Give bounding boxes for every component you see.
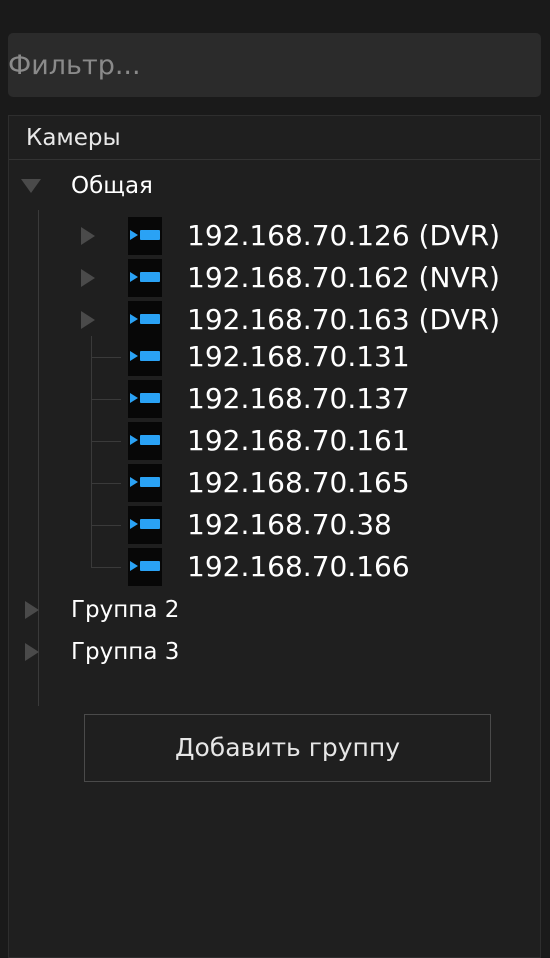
camera-label: 192.168.70.166 xyxy=(187,550,410,583)
tree-group-label: Группа 2 xyxy=(71,597,180,623)
device-label: 192.168.70.126 (DVR) xyxy=(187,219,501,252)
expand-arrow-right-icon[interactable] xyxy=(25,601,39,619)
camera-icon xyxy=(128,338,162,376)
tree-group-2[interactable]: Группа 2 xyxy=(9,589,529,631)
expand-arrow-down-icon[interactable] xyxy=(21,179,41,193)
filter-input[interactable] xyxy=(8,33,541,97)
camera-icon xyxy=(128,217,162,255)
device-label: 192.168.70.162 (NVR) xyxy=(187,261,500,294)
camera-icon xyxy=(128,464,162,502)
expand-arrow-right-icon[interactable] xyxy=(81,269,95,287)
camera-panel: Камеры Общая 192.168.70.126 (DVR) 192.16… xyxy=(0,0,550,958)
device-label: 192.168.70.163 (DVR) xyxy=(187,303,501,336)
tree-item-camera[interactable]: 192.168.70.137 xyxy=(81,378,536,420)
camera-icon xyxy=(128,422,162,460)
tree-item-camera[interactable]: 192.168.70.131 xyxy=(81,336,536,378)
camera-label: 192.168.70.161 xyxy=(187,424,410,457)
camera-icon xyxy=(128,506,162,544)
tree-group-3[interactable]: Группа 3 xyxy=(9,631,529,673)
camera-icon xyxy=(128,301,162,339)
tree-item-camera[interactable]: 192.168.70.38 xyxy=(81,504,536,546)
tree-item-device[interactable]: 192.168.70.163 (DVR) xyxy=(81,299,536,341)
camera-icon xyxy=(128,259,162,297)
tree-group-label: Группа 3 xyxy=(71,639,180,665)
tree-item-camera[interactable]: 192.168.70.166 xyxy=(81,546,536,588)
tree-group-general[interactable]: Общая xyxy=(9,165,529,207)
camera-label: 192.168.70.137 xyxy=(187,382,410,415)
camera-label: 192.168.70.165 xyxy=(187,466,410,499)
tree-group-label: Общая xyxy=(71,173,153,199)
add-group-button[interactable]: Добавить группу xyxy=(84,714,491,782)
tree-item-camera[interactable]: 192.168.70.161 xyxy=(81,420,536,462)
camera-tree: Камеры Общая 192.168.70.126 (DVR) 192.16… xyxy=(8,115,541,958)
tree-item-camera[interactable]: 192.168.70.165 xyxy=(81,462,536,504)
expand-arrow-right-icon[interactable] xyxy=(25,643,39,661)
tree-item-device[interactable]: 192.168.70.126 (DVR) xyxy=(81,215,536,257)
tree-header-cameras: Камеры xyxy=(9,116,540,160)
expand-arrow-right-icon[interactable] xyxy=(81,311,95,329)
tree-item-device[interactable]: 192.168.70.162 (NVR) xyxy=(81,257,536,299)
camera-icon xyxy=(128,380,162,418)
camera-label: 192.168.70.38 xyxy=(187,508,392,541)
camera-label: 192.168.70.131 xyxy=(187,340,410,373)
camera-icon xyxy=(128,548,162,586)
expand-arrow-right-icon[interactable] xyxy=(81,227,95,245)
